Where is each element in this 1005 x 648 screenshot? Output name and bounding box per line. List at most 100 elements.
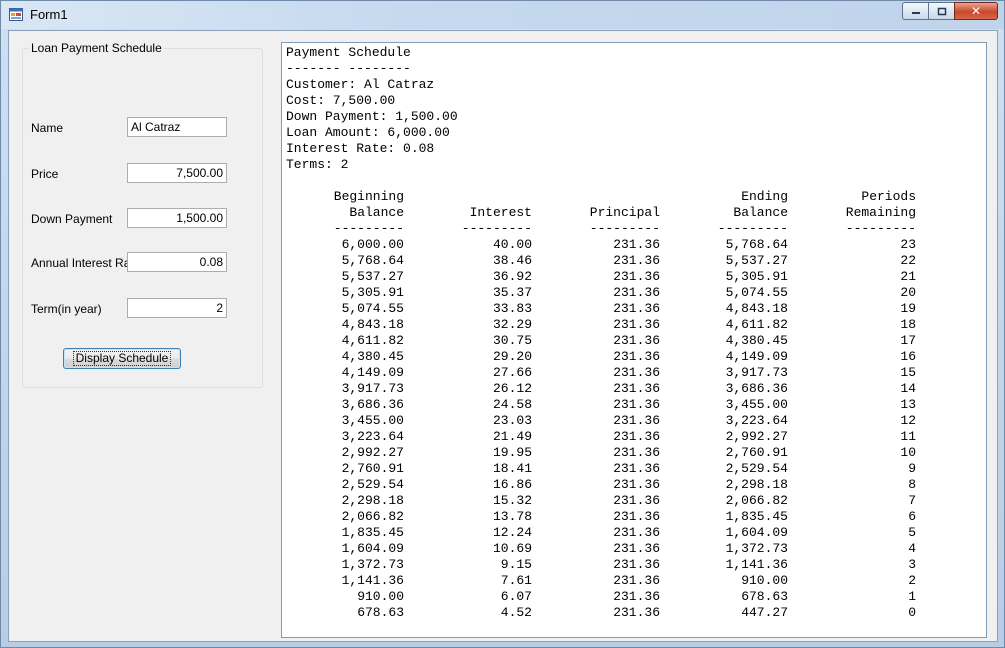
maximize-button[interactable] [928,2,954,20]
table-row: 1,141.36 7.61 231.36 910.00 2 [286,573,982,589]
table-cell: 2,992.27 [341,445,404,460]
separator-cell: --------- [717,221,788,236]
table-cell: 3,686.36 [341,397,404,412]
table-cell: 5,537.27 [341,269,404,284]
table-cell: 0 [908,605,916,620]
display-schedule-label: Display Schedule [72,351,172,366]
column-header-cell: Interest [469,205,532,220]
close-button[interactable]: ✕ [954,2,998,20]
table-row: 5,305.91 35.37 231.36 5,074.55 20 [286,285,982,301]
table-cell: 16.86 [492,477,532,492]
table-row: 3,223.64 21.49 231.36 2,992.27 11 [286,429,982,445]
down-payment-input[interactable]: 1,500.00 [127,208,227,228]
table-cell: 9.15 [500,557,532,572]
table-cell: 2,760.91 [725,445,788,460]
table-cell: 12 [900,413,916,428]
table-cell: 10.69 [492,541,532,556]
table-cell: 18 [900,317,916,332]
minimize-icon [911,12,920,14]
table-cell: 1 [908,589,916,604]
schedule-output-textbox[interactable]: Payment Schedule ------- -------- Customer… [281,42,987,638]
loan-payment-groupbox: Loan Payment Schedule Name Al Catraz Pri… [22,41,263,388]
table-cell: 19 [900,301,916,316]
schedule-header-line: Cost: 7,500.00 [286,93,396,108]
table-cell: 231.36 [613,445,660,460]
table-cell: 21.49 [492,429,532,444]
table-cell: 231.36 [613,589,660,604]
table-cell: 40.00 [492,237,532,252]
table-cell: 5,074.55 [725,285,788,300]
term-input[interactable]: 2 [127,298,227,318]
table-cell: 15.32 [492,493,532,508]
table-cell: 910.00 [741,573,788,588]
table-cell: 5,768.64 [341,253,404,268]
table-row: 2,066.82 13.78 231.36 1,835.45 6 [286,509,982,525]
table-cell: 910.00 [357,589,404,604]
table-cell: 231.36 [613,413,660,428]
table-cell: 231.36 [613,237,660,252]
name-label: Name [31,121,64,135]
schedule-header-line: Terms: 2 [286,157,349,172]
restore-icon [937,7,946,15]
table-cell: 4,611.82 [725,317,788,332]
column-header-cell: Periods [861,189,916,204]
name-input[interactable]: Al Catraz [127,117,227,137]
table-cell: 17 [900,333,916,348]
table-cell: 4.52 [500,605,532,620]
schedule-header-line: Customer: Al Catraz [286,77,435,92]
table-cell: 12.24 [492,525,532,540]
column-headers-line2: Balance Interest Principal Balance Remaining [286,205,982,221]
groupbox-title: Loan Payment Schedule [29,41,164,55]
table-row: 5,074.55 33.83 231.36 4,843.18 19 [286,301,982,317]
table-cell: 231.36 [613,253,660,268]
display-schedule-button[interactable]: Display Schedule [63,348,181,369]
table-cell: 8 [908,477,916,492]
table-cell: 1,372.73 [341,557,404,572]
minimize-button[interactable] [902,2,928,20]
table-cell: 2,760.91 [341,461,404,476]
price-input[interactable]: 7,500.00 [127,163,227,183]
table-cell: 4,843.18 [341,317,404,332]
column-header-cell: Remaining [845,205,916,220]
table-cell: 5,768.64 [725,237,788,252]
schedule-rows: 6,000.00 40.00 231.36 5,768.64 23 5,768.64 38.… [286,237,982,621]
window-title: Form1 [30,7,68,22]
table-cell: 6.07 [500,589,532,604]
table-cell: 21 [900,269,916,284]
down-payment-label: Down Payment [31,212,113,226]
table-row: 2,992.27 19.95 231.36 2,760.91 10 [286,445,982,461]
interest-rate-input[interactable]: 0.08 [127,252,227,272]
table-cell: 4,149.09 [341,365,404,380]
table-cell: 30.75 [492,333,532,348]
table-cell: 231.36 [613,461,660,476]
table-cell: 5 [908,525,916,540]
column-header-cell: Balance [733,205,788,220]
table-cell: 231.36 [613,317,660,332]
table-row: 3,686.36 24.58 231.36 3,455.00 13 [286,397,982,413]
table-cell: 7.61 [500,573,532,588]
table-cell: 24.58 [492,397,532,412]
price-label: Price [31,167,59,181]
table-cell: 3 [908,557,916,572]
column-header-cell [532,189,660,205]
table-cell: 2,298.18 [725,477,788,492]
table-cell: 16 [900,349,916,364]
table-cell: 22 [900,253,916,268]
table-cell: 36.92 [492,269,532,284]
table-cell: 231.36 [613,541,660,556]
table-cell: 4 [908,541,916,556]
table-cell: 1,835.45 [725,509,788,524]
table-cell: 3,223.64 [341,429,404,444]
title-bar[interactable]: Form1 ✕ [1,1,1004,29]
table-cell: 231.36 [613,285,660,300]
table-cell: 2,298.18 [341,493,404,508]
table-cell: 5,537.27 [725,253,788,268]
table-row: 6,000.00 40.00 231.36 5,768.64 23 [286,237,982,253]
column-headers-line1: Beginning Ending Periods [286,189,982,205]
table-cell: 231.36 [613,493,660,508]
table-cell: 231.36 [613,269,660,284]
table-cell: 13 [900,397,916,412]
table-cell: 13.78 [492,509,532,524]
table-cell: 231.36 [613,429,660,444]
